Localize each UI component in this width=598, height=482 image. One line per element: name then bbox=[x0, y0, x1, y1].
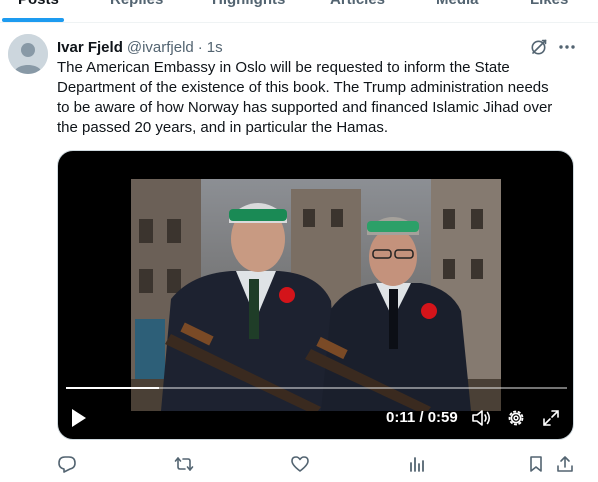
tweet-text-line: the passed 20 years, and in particular t… bbox=[57, 119, 389, 136]
video-player[interactable]: 0:11 / 0:59 bbox=[57, 150, 574, 440]
tab-posts[interactable]: Posts bbox=[18, 0, 59, 8]
tab-media[interactable]: Media bbox=[436, 0, 479, 8]
video-duration: 0:59 bbox=[427, 409, 458, 426]
profile-tabs: Posts Replies Highlights Articles Media … bbox=[0, 0, 598, 23]
tweet-text-line: Department of the existence of this book… bbox=[57, 79, 549, 96]
timestamp[interactable]: 1s bbox=[207, 39, 223, 56]
video-current-time: 0:11 bbox=[386, 409, 416, 426]
tweet-header: Ivar Fjeld @ivarfjeld · 1s bbox=[57, 37, 223, 57]
repost-icon[interactable] bbox=[174, 454, 194, 474]
fullscreen-icon[interactable] bbox=[541, 408, 561, 428]
author-name[interactable]: Ivar Fjeld bbox=[57, 39, 123, 56]
video-progress-bar[interactable] bbox=[66, 387, 567, 389]
play-icon[interactable] bbox=[69, 407, 89, 429]
bookmark-icon[interactable] bbox=[526, 454, 546, 474]
video-time-readout: 0:11 / 0:59 bbox=[386, 409, 458, 426]
gear-icon[interactable] bbox=[505, 408, 527, 428]
share-icon[interactable] bbox=[555, 454, 575, 474]
tab-replies[interactable]: Replies bbox=[110, 0, 163, 8]
more-icon[interactable] bbox=[557, 37, 577, 57]
tweet-text-line: The American Embassy in Oslo will be req… bbox=[57, 59, 510, 76]
volume-icon[interactable] bbox=[470, 408, 492, 428]
tab-articles[interactable]: Articles bbox=[330, 0, 385, 8]
tweet-text-line: to be aware of how Norway has supported … bbox=[57, 99, 553, 116]
video-time-separator: / bbox=[419, 409, 424, 426]
tab-highlights[interactable]: Highlights bbox=[212, 0, 285, 8]
tab-likes[interactable]: Likes bbox=[530, 0, 568, 8]
active-tab-indicator bbox=[2, 18, 64, 22]
profile-timeline: Posts Replies Highlights Articles Media … bbox=[0, 0, 598, 482]
header-separator: · bbox=[197, 38, 203, 56]
tweet-text: The American Embassy in Oslo will be req… bbox=[57, 58, 592, 138]
heart-icon[interactable] bbox=[290, 454, 310, 474]
analytics-icon[interactable] bbox=[407, 454, 427, 474]
video-progress-fill bbox=[66, 387, 160, 389]
avatar[interactable] bbox=[8, 34, 48, 74]
reply-icon[interactable] bbox=[57, 454, 77, 474]
video-frame[interactable] bbox=[131, 179, 501, 411]
grok-icon[interactable] bbox=[529, 37, 549, 57]
author-handle[interactable]: @ivarfjeld bbox=[127, 39, 194, 56]
